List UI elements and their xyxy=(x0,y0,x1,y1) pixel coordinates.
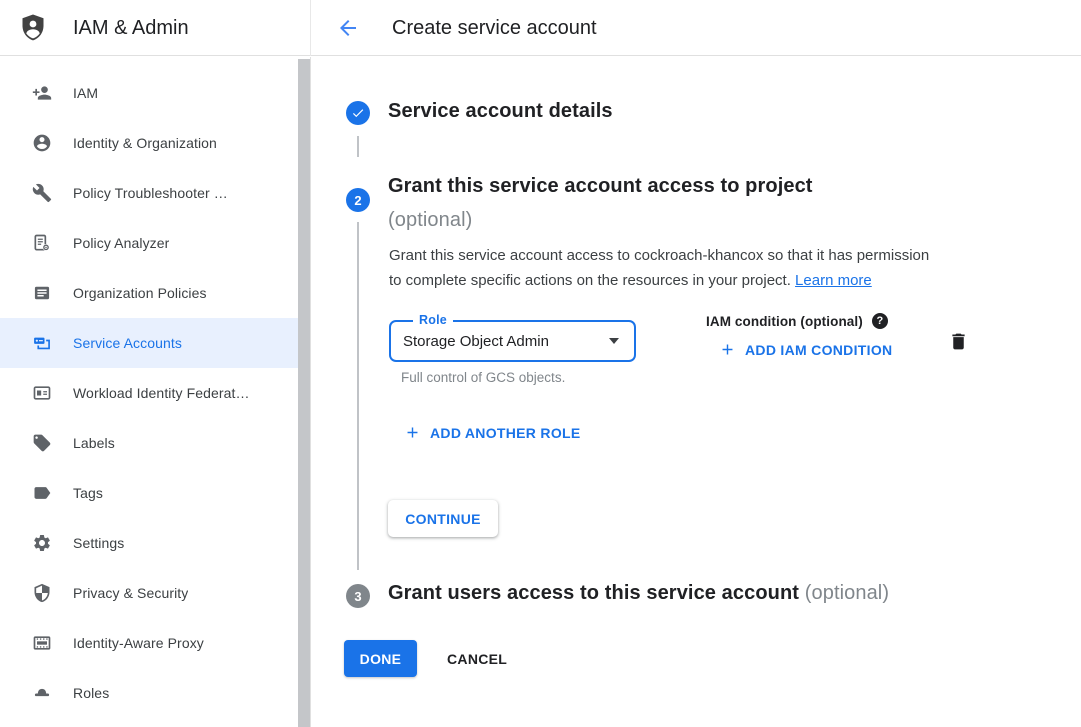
iam-condition-header: IAM condition (optional) ? xyxy=(706,313,888,329)
step3-number: 3 xyxy=(354,589,361,604)
add-another-role-button[interactable]: ADD ANOTHER ROLE xyxy=(404,424,581,441)
sidebar-scrollbar[interactable] xyxy=(298,59,310,727)
step2-optional-label: (optional) xyxy=(388,203,988,237)
sidebar-item-label: Organization Policies xyxy=(73,285,207,301)
add-another-role-label: ADD ANOTHER ROLE xyxy=(430,425,581,441)
sidebar-item-label: Labels xyxy=(73,435,115,451)
sidebar-item-policy-analyzer[interactable]: Policy Analyzer xyxy=(0,218,310,268)
sidebar-item-label: Privacy & Security xyxy=(73,585,188,601)
badge-icon xyxy=(32,383,52,403)
page-title: Create service account xyxy=(392,0,597,56)
sidebar-item-label: Policy Troubleshooter … xyxy=(73,185,228,201)
proxy-icon xyxy=(32,633,52,653)
description-line2: to complete specific actions on the reso… xyxy=(389,268,1009,293)
step2-title: Grant this service account access to pro… xyxy=(388,169,988,203)
sidebar-item-identity-organization[interactable]: Identity & Organization xyxy=(0,118,310,168)
sidebar-item-label: Roles xyxy=(73,685,109,701)
step3-title: Grant users access to this service accou… xyxy=(388,582,799,604)
wrench-icon xyxy=(32,183,52,203)
step2-heading: Grant this service account access to pro… xyxy=(388,169,988,237)
service-account-icon xyxy=(32,333,52,353)
gear-icon xyxy=(32,533,52,553)
step-connector xyxy=(357,222,359,570)
plus-icon xyxy=(404,424,421,441)
sidebar-item-iam[interactable]: IAM xyxy=(0,68,310,118)
continue-button[interactable]: CONTINUE xyxy=(388,500,498,537)
sidebar-item-workload-identity-federation[interactable]: Workload Identity Federat… xyxy=(0,368,310,418)
price-tag-icon xyxy=(32,433,52,453)
sidebar-item-labels[interactable]: Labels xyxy=(0,418,310,468)
product-header: IAM & Admin xyxy=(0,0,311,56)
iam-shield-logo-icon xyxy=(18,12,48,44)
sidebar-nav: IAM Identity & Organization Policy Troub… xyxy=(0,57,311,727)
step3-optional-label: (optional) xyxy=(805,582,889,604)
sidebar-item-label: IAM xyxy=(73,85,98,101)
sidebar-item-identity-aware-proxy[interactable]: Identity-Aware Proxy xyxy=(0,618,310,668)
person-add-icon xyxy=(32,83,52,103)
back-arrow-icon[interactable] xyxy=(334,14,362,42)
app-header: IAM & Admin Create service account xyxy=(0,0,1081,56)
sidebar-item-label: Identity-Aware Proxy xyxy=(73,635,204,651)
step2-number-badge: 2 xyxy=(346,188,370,212)
delete-role-button[interactable] xyxy=(946,329,970,353)
sidebar-item-policy-troubleshooter[interactable]: Policy Troubleshooter … xyxy=(0,168,310,218)
sidebar-item-roles[interactable]: Roles xyxy=(0,668,310,718)
sidebar-item-label: Workload Identity Federat… xyxy=(73,385,250,401)
account-circle-icon xyxy=(32,133,52,153)
add-iam-condition-label: ADD IAM CONDITION xyxy=(745,342,892,358)
step1-title: Service account details xyxy=(388,100,613,123)
sidebar-item-settings[interactable]: Settings xyxy=(0,518,310,568)
step2-number: 2 xyxy=(354,193,361,208)
dropdown-caret-icon xyxy=(609,338,619,344)
done-button[interactable]: DONE xyxy=(344,640,417,677)
role-helper-text: Full control of GCS objects. xyxy=(401,370,565,385)
step-connector xyxy=(357,136,359,157)
sidebar-item-privacy-security[interactable]: Privacy & Security xyxy=(0,568,310,618)
sidebar-item-service-accounts[interactable]: Service Accounts xyxy=(0,318,310,368)
iam-condition-label: IAM condition (optional) xyxy=(706,314,863,329)
help-icon[interactable]: ? xyxy=(872,313,888,329)
tag-arrow-icon xyxy=(32,483,52,503)
description-line1: Grant this service account access to coc… xyxy=(389,243,1009,268)
sidebar-item-organization-policies[interactable]: Organization Policies xyxy=(0,268,310,318)
trash-icon xyxy=(948,331,969,352)
product-title: IAM & Admin xyxy=(73,17,189,40)
sidebar-item-label: Tags xyxy=(73,485,103,501)
sidebar-item-label: Identity & Organization xyxy=(73,135,217,151)
hat-icon xyxy=(32,683,52,703)
step3-number-badge: 3 xyxy=(346,584,370,608)
sidebar-item-label: Policy Analyzer xyxy=(73,235,169,251)
step3-heading: Grant users access to this service accou… xyxy=(388,582,889,605)
step2-description: Grant this service account access to coc… xyxy=(389,243,1009,293)
sidebar-item-tags[interactable]: Tags xyxy=(0,468,310,518)
plus-icon xyxy=(719,341,736,358)
add-iam-condition-button[interactable]: ADD IAM CONDITION xyxy=(719,341,892,358)
learn-more-link[interactable]: Learn more xyxy=(795,272,872,289)
step1-complete-check-icon xyxy=(346,101,370,125)
list-document-icon xyxy=(32,283,52,303)
role-selected-value: Storage Object Admin xyxy=(403,322,549,360)
sidebar-item-label: Service Accounts xyxy=(73,335,182,351)
cancel-button[interactable]: CANCEL xyxy=(437,640,517,677)
document-gear-icon xyxy=(32,233,52,253)
shield-icon xyxy=(32,583,52,603)
role-dropdown[interactable]: Role Storage Object Admin xyxy=(389,320,636,362)
sidebar-item-label: Settings xyxy=(73,535,124,551)
description-line2-text: to complete specific actions on the reso… xyxy=(389,272,791,289)
